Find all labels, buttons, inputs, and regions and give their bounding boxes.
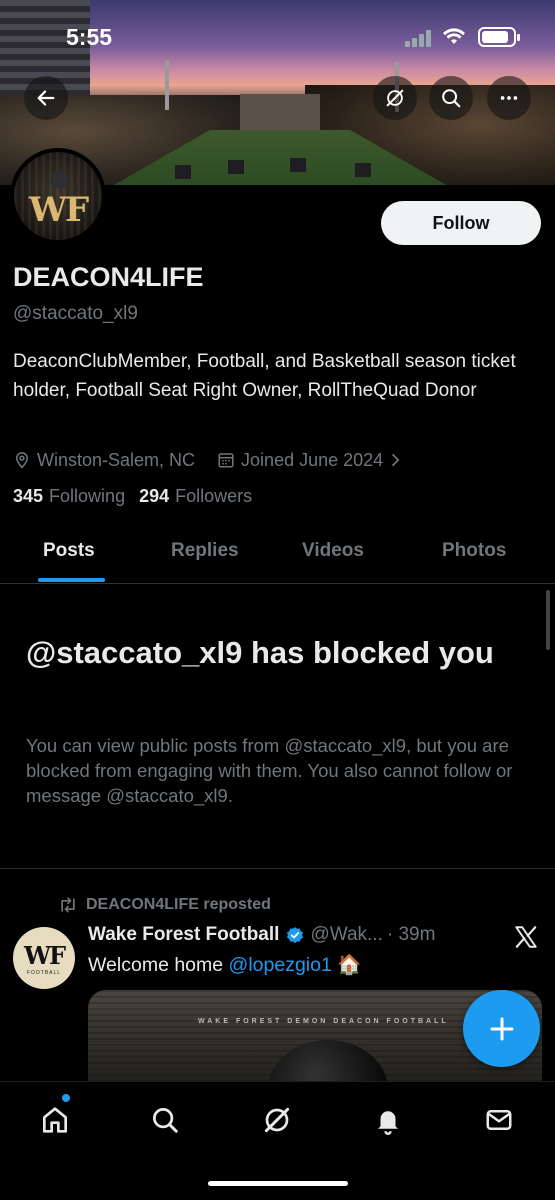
tweet-avatar-logo: WF xyxy=(24,940,66,970)
grok-icon xyxy=(264,1107,290,1133)
tab-posts[interactable]: Posts xyxy=(43,540,95,562)
tab-replies[interactable]: Replies xyxy=(171,540,239,562)
tweet-header: Wake Forest Football @Wak... · 39m xyxy=(88,924,435,946)
avatar-logo-text: WF xyxy=(28,190,89,230)
banner-flag xyxy=(175,165,191,179)
status-bar: 5:55 xyxy=(0,0,555,70)
location-pin-icon xyxy=(15,452,29,469)
tweet-text-body: Welcome home xyxy=(88,954,229,976)
repost-icon xyxy=(61,897,75,913)
banner-flag xyxy=(290,158,306,172)
profile-display-name: DEACON4LIFE xyxy=(13,262,204,292)
tab-videos[interactable]: Videos xyxy=(302,540,364,562)
profile-joined[interactable]: Joined June 2024 xyxy=(217,450,409,471)
grok-icon xyxy=(386,89,404,107)
blocked-message: You can view public posts from @staccato… xyxy=(26,735,513,806)
followers-count: 294 xyxy=(139,486,170,506)
grok-button[interactable] xyxy=(373,76,417,120)
banner-building xyxy=(240,94,320,132)
home-indicator[interactable] xyxy=(208,1181,348,1186)
verified-badge-icon xyxy=(287,927,304,944)
active-tab-indicator xyxy=(38,578,105,582)
tweet-author-handle[interactable]: @Wak... xyxy=(310,924,382,946)
tweet-text: Welcome home @lopezgio1 🏠 xyxy=(88,953,362,977)
calendar-icon xyxy=(218,453,234,468)
home-notification-dot xyxy=(62,1094,70,1102)
house-emoji: 🏠 xyxy=(337,954,362,976)
following-label: Following xyxy=(49,486,126,506)
home-icon xyxy=(43,1107,67,1133)
nav-grok[interactable] xyxy=(259,1102,295,1138)
status-time: 5:55 xyxy=(66,24,113,50)
repost-label: DEACON4LIFE reposted xyxy=(86,896,271,913)
notifications-icon xyxy=(378,1111,398,1135)
search-icon xyxy=(442,89,461,108)
chevron-right-icon xyxy=(392,453,400,467)
blocked-title: @staccato_xl9 has blocked you xyxy=(26,635,494,670)
messages-icon xyxy=(486,1110,512,1130)
repost-indicator[interactable]: DEACON4LIFE reposted xyxy=(58,896,271,914)
followers-label: Followers xyxy=(175,486,253,506)
tweet-mention-link[interactable]: @lopezgio1 xyxy=(229,954,332,976)
wifi-icon xyxy=(442,26,466,46)
joined-text: Joined June 2024 xyxy=(241,449,384,470)
media-caption: WAKE FOREST DEMON DEACON FOOTBALL xyxy=(198,1018,449,1025)
nav-search[interactable] xyxy=(147,1102,183,1138)
search-button[interactable] xyxy=(429,76,473,120)
tweet-author-avatar[interactable]: WF FOOTBALL xyxy=(13,927,75,989)
follow-counts: 345 Following 294 Followers xyxy=(13,486,266,507)
nav-home[interactable] xyxy=(37,1102,73,1138)
profile-meta: Winston-Salem, NC Joined June 2024 xyxy=(13,447,431,473)
profile-avatar[interactable]: WF xyxy=(10,148,106,244)
follow-button[interactable]: Follow xyxy=(381,201,541,245)
tweet-author-name[interactable]: Wake Forest Football xyxy=(88,924,279,946)
profile-bio: DeaconClubMember, Football, and Basketba… xyxy=(13,351,516,401)
plus-icon xyxy=(490,1017,513,1040)
compose-post-button[interactable] xyxy=(463,990,540,1067)
cellular-signal-icon xyxy=(405,29,435,47)
banner-flag xyxy=(355,163,371,177)
avatar-helmet xyxy=(50,170,68,188)
more-horizontal-icon xyxy=(500,96,518,100)
tweet-avatar-subtext: FOOTBALL xyxy=(26,969,62,976)
following-count: 345 xyxy=(13,486,44,506)
following-link[interactable]: 345 Following xyxy=(13,486,125,507)
battery-icon xyxy=(478,27,520,47)
profile-tabs: Posts Replies Videos Photos xyxy=(0,530,555,584)
location-text: Winston-Salem, NC xyxy=(37,449,196,470)
x-logo-icon[interactable] xyxy=(513,924,539,950)
profile-location: Winston-Salem, NC xyxy=(13,450,195,471)
back-button[interactable] xyxy=(24,76,68,120)
profile-handle: @staccato_xl9 xyxy=(13,303,138,324)
tab-photos[interactable]: Photos xyxy=(442,540,506,562)
tweet-time: · 39m xyxy=(386,924,436,945)
scrollbar[interactable] xyxy=(546,590,550,650)
followers-link[interactable]: 294 Followers xyxy=(139,486,252,507)
arrow-left-icon xyxy=(37,90,55,106)
search-icon xyxy=(153,1108,178,1133)
divider xyxy=(0,868,555,869)
banner-flag xyxy=(228,160,244,174)
nav-messages[interactable] xyxy=(481,1102,517,1138)
more-button[interactable] xyxy=(487,76,531,120)
nav-notifications[interactable] xyxy=(370,1102,406,1138)
